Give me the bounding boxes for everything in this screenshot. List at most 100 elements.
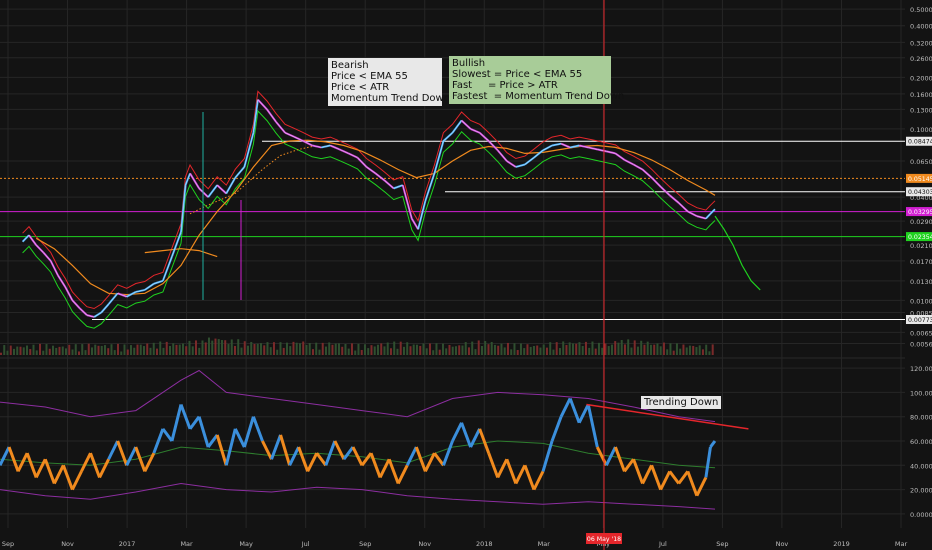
- volume-bars: [0, 337, 714, 355]
- osc-segment: [442, 440, 454, 466]
- volume-bar: [425, 348, 428, 355]
- volume-bar: [305, 344, 308, 355]
- volume-bar: [393, 341, 396, 355]
- volume-bar: [701, 349, 704, 355]
- x-tick-label: Mar: [895, 540, 908, 548]
- volume-bar: [204, 342, 207, 355]
- volume-bar: [285, 342, 288, 355]
- volume-bar: [146, 343, 149, 355]
- osc-segment: [650, 464, 663, 491]
- volume-bar: [711, 344, 714, 355]
- osc-segment: [559, 397, 572, 418]
- volume-bar: [523, 348, 526, 355]
- price-tick-label: 0.320000: [910, 39, 932, 47]
- volume-bar: [334, 343, 337, 355]
- ema-55-line: [35, 139, 716, 296]
- osc-segment: [541, 440, 554, 472]
- volume-bar: [627, 339, 630, 355]
- volume-bar: [51, 345, 54, 355]
- osc-segment: [396, 464, 409, 485]
- volume-bar: [84, 350, 87, 355]
- volume-bar: [500, 343, 503, 355]
- volume-bar: [246, 345, 249, 355]
- volume-bar: [636, 346, 639, 355]
- volume-bar: [539, 347, 542, 355]
- osc-segment: [288, 446, 300, 466]
- volume-bar: [94, 344, 97, 355]
- volume-bar: [529, 346, 532, 355]
- volume-bar: [484, 340, 487, 355]
- volume-bar: [526, 344, 529, 355]
- volume-bar: [295, 342, 298, 355]
- orange-dotted-line: [189, 145, 317, 215]
- volume-bar: [428, 343, 431, 355]
- volume-bar: [311, 349, 314, 355]
- volume-bar: [214, 338, 217, 355]
- osc-tick-label: 0.0000: [910, 511, 932, 519]
- volume-bar: [100, 345, 103, 355]
- osc-segment: [107, 440, 119, 460]
- bullish-note: Bullish Slowest = Price < EMA 55 Fast = …: [449, 56, 624, 104]
- volume-bar: [181, 343, 184, 355]
- volume-bar: [662, 342, 665, 355]
- volume-bar: [373, 346, 376, 355]
- volume-bar: [597, 342, 600, 355]
- volume-bar: [617, 342, 620, 355]
- volume-bar: [256, 343, 259, 355]
- osc-segment: [125, 446, 138, 466]
- volume-bar: [142, 346, 145, 355]
- volume-bar: [97, 345, 100, 355]
- volume-bar: [649, 344, 652, 355]
- volume-bar: [155, 348, 158, 355]
- osc-segment: [523, 464, 536, 491]
- osc-segment: [496, 458, 509, 479]
- volume-bar: [370, 345, 373, 355]
- volume-bar: [240, 347, 243, 355]
- orange-short-line: [144, 248, 218, 258]
- osc-segment: [279, 434, 292, 466]
- osc-segment: [451, 422, 463, 442]
- volume-bar: [565, 345, 568, 355]
- volume-bar: [646, 341, 649, 355]
- volume-bar: [445, 348, 448, 355]
- volume-bar: [367, 348, 370, 355]
- osc-segment: [659, 470, 672, 491]
- volume-bar: [321, 342, 324, 355]
- osc-segment: [677, 470, 690, 485]
- volume-bar: [458, 345, 461, 355]
- volume-bar: [269, 347, 272, 355]
- osc-segment: [695, 476, 708, 497]
- volume-bar: [302, 341, 305, 355]
- volume-bar: [292, 341, 295, 355]
- volume-bar: [607, 346, 610, 355]
- volume-bar: [601, 347, 604, 355]
- volume-bar: [282, 347, 285, 355]
- volume-bar: [441, 343, 444, 355]
- volume-bar: [591, 341, 594, 355]
- volume-bar: [415, 344, 418, 355]
- osc-segment: [686, 470, 699, 497]
- volume-bar: [315, 342, 318, 355]
- volume-bar: [630, 347, 633, 355]
- volume-bar: [45, 344, 48, 355]
- volume-bar: [536, 345, 539, 355]
- osc-segment: [360, 452, 373, 467]
- volume-bar: [659, 346, 662, 355]
- volume-bar: [402, 346, 405, 355]
- volume-bar: [376, 344, 379, 355]
- osc-segment: [261, 440, 273, 460]
- osc-segment: [16, 452, 29, 473]
- osc-segment: [568, 397, 581, 424]
- volume-bar: [35, 350, 38, 355]
- volume-bar: [90, 347, 93, 355]
- x-tick-label: Nov: [776, 540, 789, 548]
- volume-bar: [633, 340, 636, 355]
- volume-bar: [435, 343, 438, 355]
- volume-bar: [493, 344, 496, 355]
- x-tick-label: Jul: [658, 540, 667, 548]
- osc-segment: [233, 428, 246, 448]
- volume-bar: [643, 344, 646, 355]
- volume-bar: [396, 348, 399, 355]
- osc-tick-label: 120.0000: [910, 365, 932, 373]
- volume-bar: [669, 343, 672, 355]
